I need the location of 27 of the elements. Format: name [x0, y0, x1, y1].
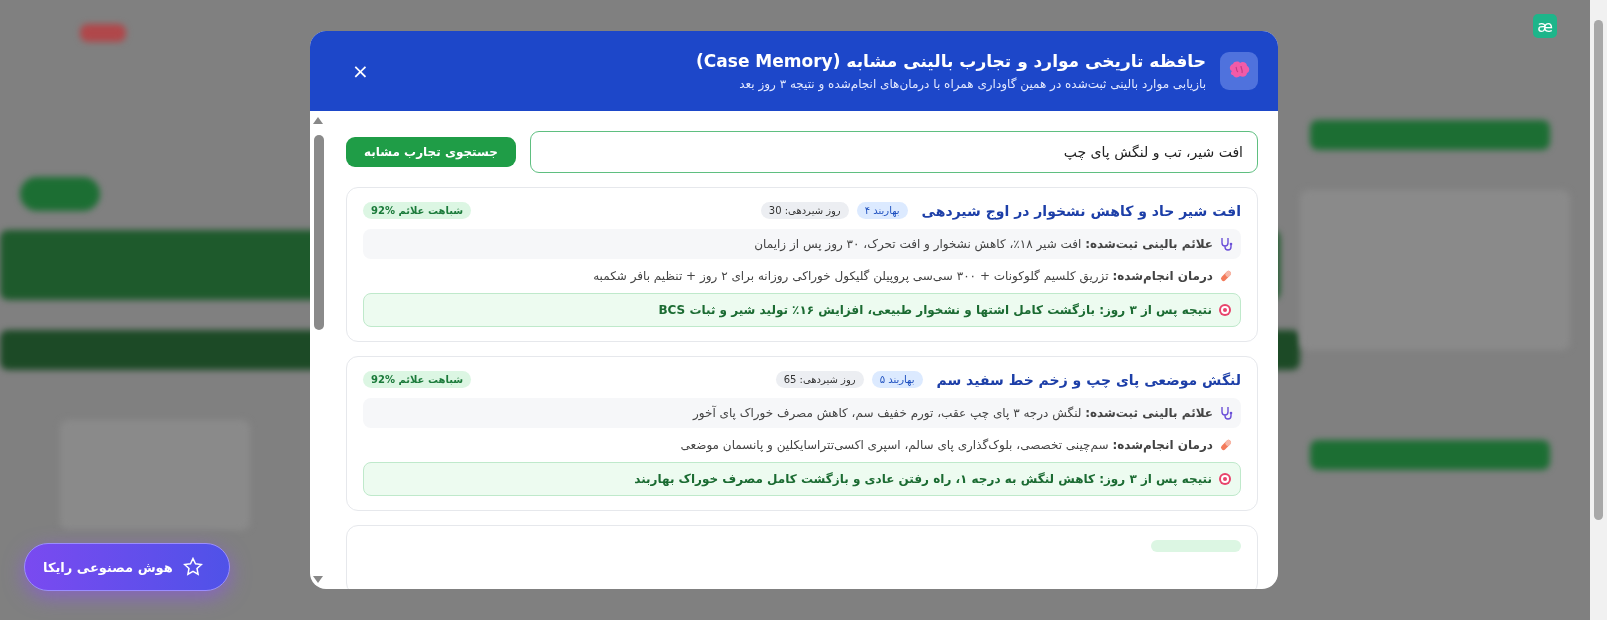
- lactation-days-tag: روز شیردهی: 65: [775, 371, 864, 388]
- outcome-text: نتیجه پس از ۳ روز: کاهش لنگش به درجه ۱، راه رفتن عادی و بازگشت کامل مصرف خوراک بهاربند: [634, 472, 1212, 486]
- case-title: افت شیر حاد و کاهش نشخوار در اوج شیردهی: [921, 202, 1241, 219]
- target-icon: [1218, 303, 1232, 317]
- symptoms-text: علائم بالینی ثبت‌شده: لنگش درجه ۳ پای چپ عقب، تورم خفیف سم، کاهش مصرف خوراک پای آخور: [693, 406, 1213, 420]
- search-similar-button[interactable]: جستجوی تجارب مشابه: [346, 137, 516, 167]
- target-icon: [1218, 472, 1232, 486]
- similarity-badge: شباهت علائم %92: [363, 371, 472, 388]
- stethoscope-icon: [1219, 406, 1233, 420]
- dialog-subtitle: بازیابی موارد بالینی ثبت‌شده در همین گاوداری همراه با درمان‌های انجام‌شده و نتیجه ۳ روز بعد: [738, 77, 1206, 91]
- brain-icon: [1220, 52, 1258, 90]
- pen-tag: بهاربند ۴: [856, 202, 908, 219]
- symptom-search-field[interactable]: افت شیر، تب و لنگش پای چپ: [529, 131, 1258, 173]
- page-scrollbar[interactable]: [1590, 0, 1607, 620]
- star-icon: [182, 557, 203, 577]
- lactation-days-tag: روز شیردهی: 30: [760, 202, 849, 219]
- pen-tag: بهاربند ۵: [871, 371, 923, 388]
- similarity-badge: شباهت علائم %92: [363, 202, 472, 219]
- outcome-text: نتیجه پس از ۳ روز: بازگشت کامل اشتها و نشخوار طبیعی، افزایش ۱۶٪ تولید شیر و ثبات BCS: [658, 303, 1212, 317]
- dialog-title: حافظه تاریخی موارد و تجارب بالینی مشابه (Case Memory): [695, 51, 1206, 71]
- case-title: لنگش موضعی پای چپ و زخم خط سفید سم: [936, 371, 1241, 388]
- stethoscope-icon: [1219, 237, 1233, 251]
- ai-assistant-button[interactable]: هوش مصنوعی رایکا: [24, 543, 230, 591]
- treatment-text: درمان انجام‌شده: سم‌چینی تخصصی، بلوک‌گذاری پای سالم، اسپری اکسی‌تتراسایکلین و پانسمان موضعی: [680, 438, 1213, 452]
- close-button[interactable]: ×: [346, 57, 375, 85]
- treatment-text: درمان انجام‌شده: تزریق کلسیم گلوکونات + ۳۰۰ سی‌سی پروپیلن گلیکول خوراکی روزانه برای ۲ روز + تنظیم بافر شکمبه: [593, 269, 1213, 283]
- symptoms-text: علائم بالینی ثبت‌شده: افت شیر ۱۸٪، کاهش نشخوار و افت تحرک، ۳۰ روز پس از زایمان: [754, 237, 1213, 251]
